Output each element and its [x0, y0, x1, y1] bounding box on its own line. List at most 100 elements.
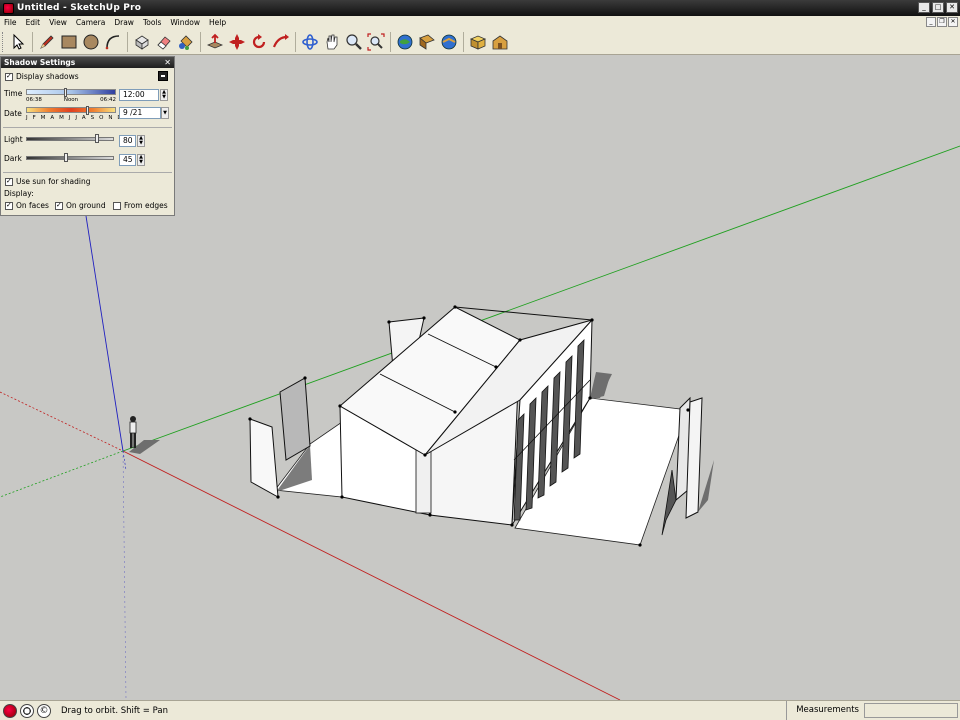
on-faces-checkbox[interactable]: [5, 201, 13, 210]
doc-close-button[interactable]: ✕: [948, 17, 958, 27]
dark-slider[interactable]: [26, 156, 114, 160]
panel-divider: [3, 172, 172, 173]
light-slider[interactable]: [26, 137, 114, 141]
green-axis-negative: [0, 450, 124, 498]
display-shadows-checkbox[interactable]: [5, 72, 13, 81]
menu-bar: File Edit View Camera Draw Tools Window …: [0, 16, 960, 29]
pencil-icon[interactable]: [36, 31, 58, 53]
measurements-label: Measurements: [786, 701, 862, 720]
get-models-icon[interactable]: [394, 31, 416, 53]
rotate-icon[interactable]: [248, 31, 270, 53]
date-input[interactable]: 9 /21: [119, 107, 161, 119]
shadow-panel-title-text: Shadow Settings: [4, 58, 76, 67]
rectangle-icon[interactable]: [58, 31, 80, 53]
date-slider[interactable]: [26, 107, 116, 113]
light-input[interactable]: 80: [119, 135, 136, 147]
copyright-icon[interactable]: ©: [37, 703, 51, 718]
menu-camera[interactable]: Camera: [72, 18, 110, 27]
dark-spinner[interactable]: ▲ ▼: [137, 154, 145, 166]
maximize-button[interactable]: □: [932, 2, 944, 13]
menu-view[interactable]: View: [45, 18, 72, 27]
share-model-icon[interactable]: [416, 31, 438, 53]
toolbar-separator: [32, 31, 33, 52]
status-hint: Drag to orbit. Shift = Pan: [61, 705, 168, 716]
menu-edit[interactable]: Edit: [22, 18, 46, 27]
dark-label-row: Dark: [4, 154, 22, 163]
date-dropdown[interactable]: ▼: [161, 107, 169, 119]
measurements-input[interactable]: [864, 703, 958, 718]
follow-me-icon[interactable]: [270, 31, 292, 53]
components-icon[interactable]: [467, 31, 489, 53]
menu-draw[interactable]: Draw: [110, 18, 139, 27]
push-pull-icon[interactable]: [204, 31, 226, 53]
shadow-settings-panel: Shadow Settings ✕ Display shadows Time 0…: [0, 56, 175, 216]
google-earth-icon[interactable]: [438, 31, 460, 53]
menu-window[interactable]: Window: [166, 18, 205, 27]
date-slider-thumb[interactable]: [86, 106, 89, 115]
time-spinner[interactable]: ▲ ▼: [160, 89, 168, 101]
pan-icon[interactable]: [321, 31, 343, 53]
time-scale: 06:38 Noon 06:42: [26, 97, 116, 103]
menu-help[interactable]: Help: [205, 18, 231, 27]
from-edges-checkbox[interactable]: [113, 201, 121, 210]
time-label-row: Time: [4, 89, 22, 98]
panel-close-icon[interactable]: ✕: [164, 57, 171, 68]
dark-label: Dark: [4, 154, 22, 163]
time-slider[interactable]: [26, 89, 116, 95]
human-figure: [129, 416, 160, 454]
date-label: Date: [4, 109, 22, 118]
close-button[interactable]: ✕: [946, 2, 958, 13]
light-label: Light: [4, 135, 23, 144]
dark-input[interactable]: 45: [119, 154, 136, 166]
zoom-icon[interactable]: [343, 31, 365, 53]
time-input[interactable]: 12:00: [119, 89, 159, 101]
display-shadows-label: Display shadows: [16, 72, 79, 81]
document-controls: _ ❐ ✕: [926, 17, 958, 27]
zoom-extents-icon[interactable]: [365, 31, 387, 53]
month-letters: J F M A M J J A S O N D: [26, 115, 124, 121]
window-title: Untitled - SketchUp Pro: [17, 3, 142, 13]
toolbar-separator: [295, 31, 296, 52]
menu-file[interactable]: File: [0, 18, 22, 27]
geo-location-icon[interactable]: [3, 703, 17, 718]
arc-icon[interactable]: [102, 31, 124, 53]
eraser-icon[interactable]: [153, 31, 175, 53]
toolbar-grip[interactable]: [2, 31, 5, 52]
panel-collapse-button[interactable]: [158, 71, 168, 81]
right-panel-3: [661, 469, 677, 536]
shadow-panel-title[interactable]: Shadow Settings ✕: [1, 57, 174, 68]
paint-bucket-icon[interactable]: [175, 31, 197, 53]
on-ground-checkbox[interactable]: [55, 201, 63, 210]
use-sun-checkbox[interactable]: [5, 177, 13, 186]
warehouse-icon[interactable]: [489, 31, 511, 53]
minimize-button[interactable]: _: [918, 2, 930, 13]
panel-divider: [3, 127, 172, 128]
menu-tools[interactable]: Tools: [139, 18, 166, 27]
light-label-row: Light: [4, 135, 23, 144]
main-toolbar: [0, 29, 960, 55]
time-end: 06:42: [100, 97, 116, 103]
make-component-icon[interactable]: [131, 31, 153, 53]
light-slider-thumb[interactable]: [95, 134, 99, 143]
move-icon[interactable]: [226, 31, 248, 53]
light-spinner[interactable]: ▲ ▼: [137, 135, 145, 147]
dark-slider-thumb[interactable]: [64, 153, 68, 162]
on-faces-label: On faces: [16, 201, 49, 210]
circle-icon[interactable]: [80, 31, 102, 53]
doc-minimize-button[interactable]: _: [926, 17, 936, 27]
time-slider-thumb[interactable]: [64, 88, 67, 97]
corner-post: [415, 449, 432, 514]
status-bar: © Drag to orbit. Shift = Pan Measurement…: [0, 700, 960, 720]
time-noon: Noon: [63, 97, 79, 103]
select-icon[interactable]: [7, 31, 29, 53]
doc-restore-button[interactable]: ❐: [937, 17, 947, 27]
credits-icon[interactable]: [20, 703, 34, 718]
back-panel-left: [279, 377, 311, 461]
on-ground-label: On ground: [66, 201, 106, 210]
use-sun-label: Use sun for shading: [16, 177, 91, 186]
toolbar-separator: [200, 31, 201, 52]
orbit-icon[interactable]: [299, 31, 321, 53]
from-edges-label: From edges: [124, 201, 168, 210]
toolbar-separator: [463, 31, 464, 52]
left-wall-panel: [249, 418, 279, 498]
